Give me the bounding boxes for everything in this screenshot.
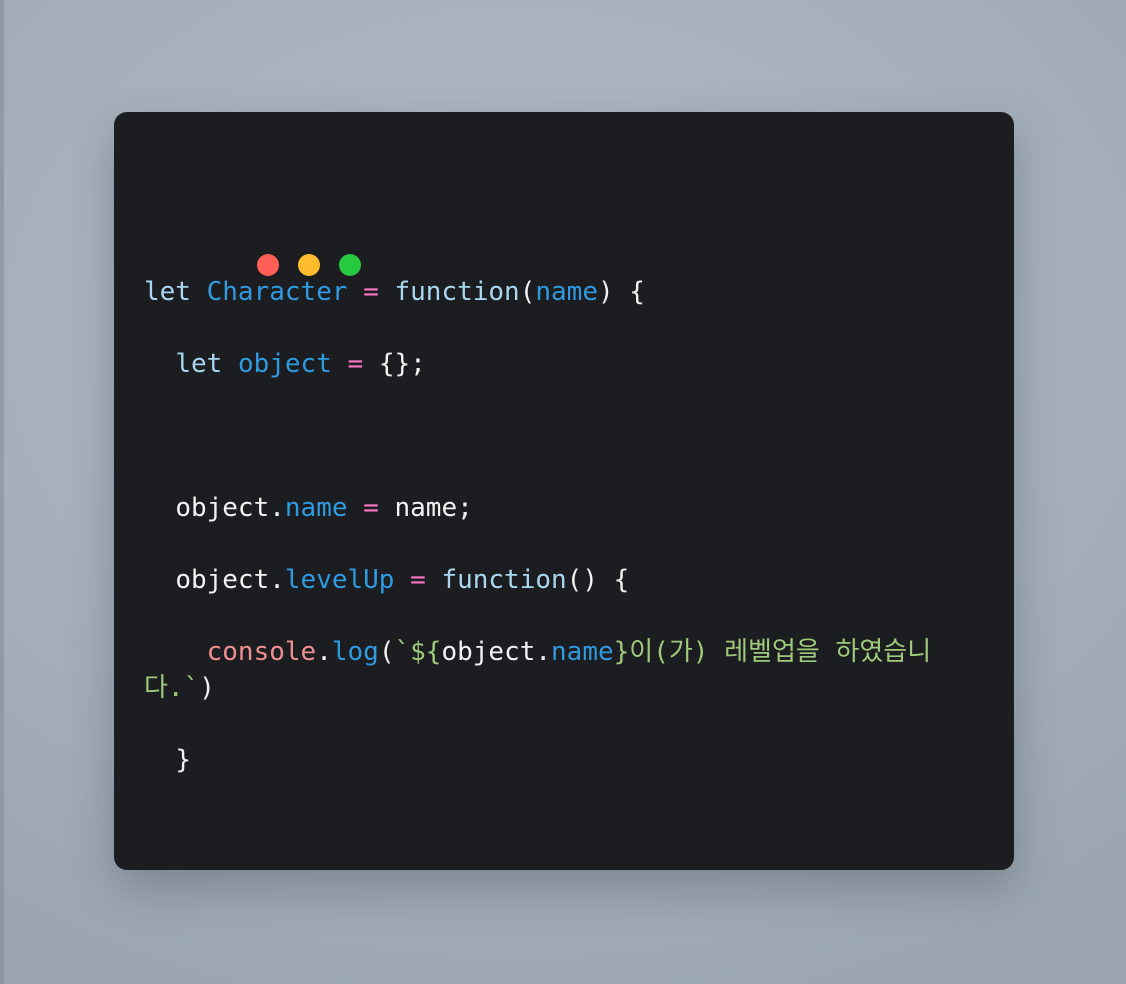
code-token-var: Character	[206, 277, 348, 307]
code-token-plain: () {	[566, 565, 630, 595]
minimize-button[interactable]	[298, 254, 320, 276]
code-line: }	[144, 742, 1000, 778]
code-token-plain: object.	[144, 565, 285, 595]
code-token-plain: name;	[378, 493, 473, 523]
code-line: object.levelUp = function() {	[144, 562, 1000, 598]
code-token-plain: }	[144, 745, 191, 775]
close-button[interactable]	[257, 254, 279, 276]
code-line: console.log(`${object.name}이(가) 레벨업을 하였습…	[144, 634, 1000, 706]
code-token-var: name	[535, 277, 598, 307]
code-line: let Character = function(name) {	[144, 274, 1000, 310]
code-token-plain: (	[519, 277, 536, 307]
code-token-plain: )	[199, 673, 215, 703]
code-token-op: =	[347, 349, 364, 379]
code-token-op: =	[363, 493, 379, 523]
code-token-plain: ) {	[598, 277, 645, 307]
code-line: object.name = name;	[144, 490, 1000, 526]
code-token-kw: let	[175, 349, 223, 379]
code-token-var: name	[284, 493, 348, 523]
code-token-kw: let	[144, 277, 191, 307]
code-token-var: log	[331, 637, 379, 667]
code-token-var: levelUp	[284, 565, 395, 595]
code-token-var: object	[237, 349, 332, 379]
code-snippet-card: let Character = function(name) { let obj…	[114, 112, 1014, 870]
code-token-op: =	[363, 277, 379, 307]
code-token-var: name	[551, 637, 614, 667]
code-block[interactable]: let Character = function(name) { let obj…	[144, 274, 1000, 870]
code-token-plain: .	[316, 637, 332, 667]
left-edge-strip	[0, 0, 4, 984]
code-token-kw: function	[441, 565, 567, 595]
screenshot-canvas: let Character = function(name) { let obj…	[0, 0, 1126, 984]
code-token-op: =	[410, 565, 426, 595]
card-titlebar	[114, 112, 1014, 276]
code-token-plain: (	[378, 637, 395, 667]
code-token-plain: object.	[144, 493, 285, 523]
code-token-kw: function	[394, 277, 520, 307]
code-token-plain: object.	[441, 637, 552, 667]
zoom-button[interactable]	[339, 254, 361, 276]
code-token-str: `${	[394, 637, 442, 667]
code-token-fn: console	[206, 637, 317, 667]
code-line: let object = {};	[144, 346, 1000, 382]
code-token-plain: {};	[363, 349, 426, 379]
